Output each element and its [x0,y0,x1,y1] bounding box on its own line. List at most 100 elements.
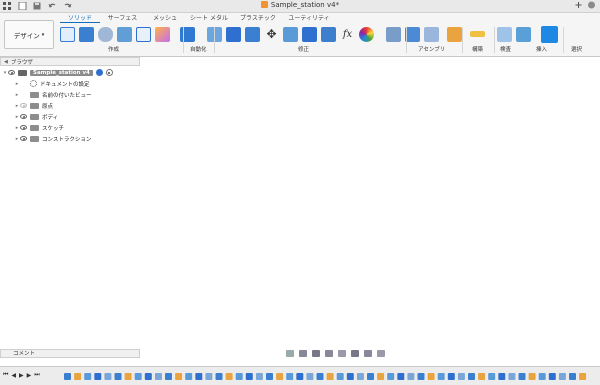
timeline-feature-icon[interactable] [528,373,536,380]
timeline-feature-icon[interactable] [245,373,253,380]
new-component-assembly-icon[interactable] [386,26,401,42]
comments-panel[interactable]: コメント [0,349,140,358]
timeline-feature-icon[interactable] [104,373,112,380]
go-to-start-icon[interactable]: ⏮ [3,371,8,379]
timeline-feature-icon[interactable] [468,373,475,380]
zoom-icon[interactable] [325,350,333,357]
timeline-feature-icon[interactable] [175,373,183,380]
tree-item-construction[interactable]: ▸ コンストラクション [0,133,140,144]
grid-menu-icon[interactable] [3,2,12,10]
step-forward-icon[interactable]: ▶ [27,372,32,379]
timeline-feature-icon[interactable] [144,373,152,380]
browser-panel-header[interactable]: ◀ ブラウザ [0,57,140,66]
timeline-feature-icon[interactable] [154,373,162,380]
viewports-icon[interactable] [377,350,385,357]
timeline-feature-icon[interactable] [387,373,395,380]
visibility-icon[interactable] [20,125,27,130]
look-at-icon[interactable] [299,350,307,357]
timeline-feature-icon[interactable] [377,373,385,380]
timeline-feature-icon[interactable] [478,373,486,380]
insert-derive-icon[interactable] [497,26,512,42]
timeline-feature-icon[interactable] [437,373,445,380]
timeline-feature-icon[interactable] [215,373,223,380]
tab-solid[interactable]: ソリッド [60,14,100,23]
tab-utility[interactable]: ユーティリティ [283,14,335,23]
timeline-feature-icon[interactable] [205,373,213,380]
timeline-feature-icon[interactable] [427,373,435,380]
timeline-feature-icon[interactable] [124,373,132,380]
timeline-feature-icon[interactable] [548,373,556,380]
file-icon[interactable] [18,1,27,11]
activate-icon[interactable] [105,69,113,76]
shell-icon[interactable] [245,26,260,42]
timeline-feature-icon[interactable] [74,373,82,380]
pan-icon[interactable] [312,350,320,357]
offset-plane-icon[interactable] [447,26,462,42]
tab-surface[interactable]: サーフェス [100,14,145,23]
timeline-feature-icon[interactable] [346,373,354,380]
as-built-joint-icon[interactable] [424,26,439,42]
tree-item-document-settings[interactable]: ▸ ドキュメントの設定 [0,78,140,89]
timeline-feature-icon[interactable] [579,373,587,380]
tree-item-bodies[interactable]: ▸ ボディ [0,111,140,122]
account-icon[interactable] [587,1,596,9]
timeline-feature-icon[interactable] [326,373,334,380]
timeline-feature-icon[interactable] [276,373,284,380]
visibility-icon[interactable] [8,70,15,75]
timeline-feature-icon[interactable] [114,373,122,380]
timeline-feature-icon[interactable] [165,373,172,380]
timeline-feature-icon[interactable] [316,373,324,380]
appearance-icon[interactable] [359,26,374,42]
timeline-feature-icon[interactable] [134,373,142,380]
timeline-feature-icon[interactable] [235,373,243,380]
expand-icon[interactable]: ▸ [14,92,20,98]
grid-settings-icon[interactable] [364,350,372,357]
fit-icon[interactable] [338,350,346,357]
timeline-feature-icon[interactable] [508,373,516,380]
parameters-icon[interactable]: fx [340,27,355,42]
timeline-feature-icon[interactable] [457,373,465,380]
group-create[interactable]: 作成 [108,45,119,53]
fillet-icon[interactable] [226,26,241,42]
group-automate[interactable]: 自動化 [190,45,207,53]
measure-icon[interactable] [470,31,485,37]
box-icon[interactable] [136,26,151,42]
timeline-feature-icon[interactable] [185,373,193,380]
joint-icon[interactable] [405,26,420,42]
tree-root[interactable]: ▾ Sample_station v4 [0,67,140,78]
group-construct[interactable]: 構築 [472,45,483,53]
expand-icon[interactable]: ▸ [14,81,20,87]
orbit-icon[interactable] [286,350,294,357]
create-sketch-icon[interactable] [79,26,94,42]
tree-item-origin[interactable]: ▸ 原点 [0,100,140,111]
go-to-end-icon[interactable]: ⏭ [34,371,39,379]
timeline-feature-icon[interactable] [569,373,576,380]
redo-icon[interactable] [63,2,72,10]
timeline-feature-icon[interactable] [94,373,102,380]
tree-item-named-views[interactable]: ▸ 名前の付いたビュー [0,89,140,100]
timeline-feature-icon[interactable] [64,373,71,380]
group-inspect[interactable]: 検査 [500,45,511,53]
timeline-feature-icon[interactable] [538,373,546,380]
timeline-feature-icon[interactable] [255,373,263,380]
timeline-feature-icon[interactable] [356,373,364,380]
timeline-feature-icon[interactable] [397,373,405,380]
group-modify[interactable]: 修正 [298,45,309,53]
play-icon[interactable]: ▶ [19,372,24,379]
group-insert[interactable]: 挿入 [536,45,547,53]
timeline-features[interactable] [64,372,592,382]
timeline-feature-icon[interactable] [336,373,344,380]
timeline-feature-icon[interactable] [518,373,526,380]
timeline-feature-icon[interactable] [296,373,304,380]
collapse-icon[interactable]: ◀ [4,59,8,65]
undo-icon[interactable] [48,2,57,10]
timeline-feature-icon[interactable] [498,373,506,380]
group-assemble[interactable]: アセンブリ [418,45,445,53]
tree-item-sketches[interactable]: ▸ スケッチ [0,122,140,133]
combine-icon[interactable] [302,26,317,42]
step-back-icon[interactable]: ◀ [11,372,16,379]
move-icon[interactable]: ✥ [264,27,279,42]
visibility-icon[interactable] [20,114,27,119]
tab-sheet-metal[interactable]: シート メタル [185,14,233,23]
form-icon[interactable] [155,26,170,42]
